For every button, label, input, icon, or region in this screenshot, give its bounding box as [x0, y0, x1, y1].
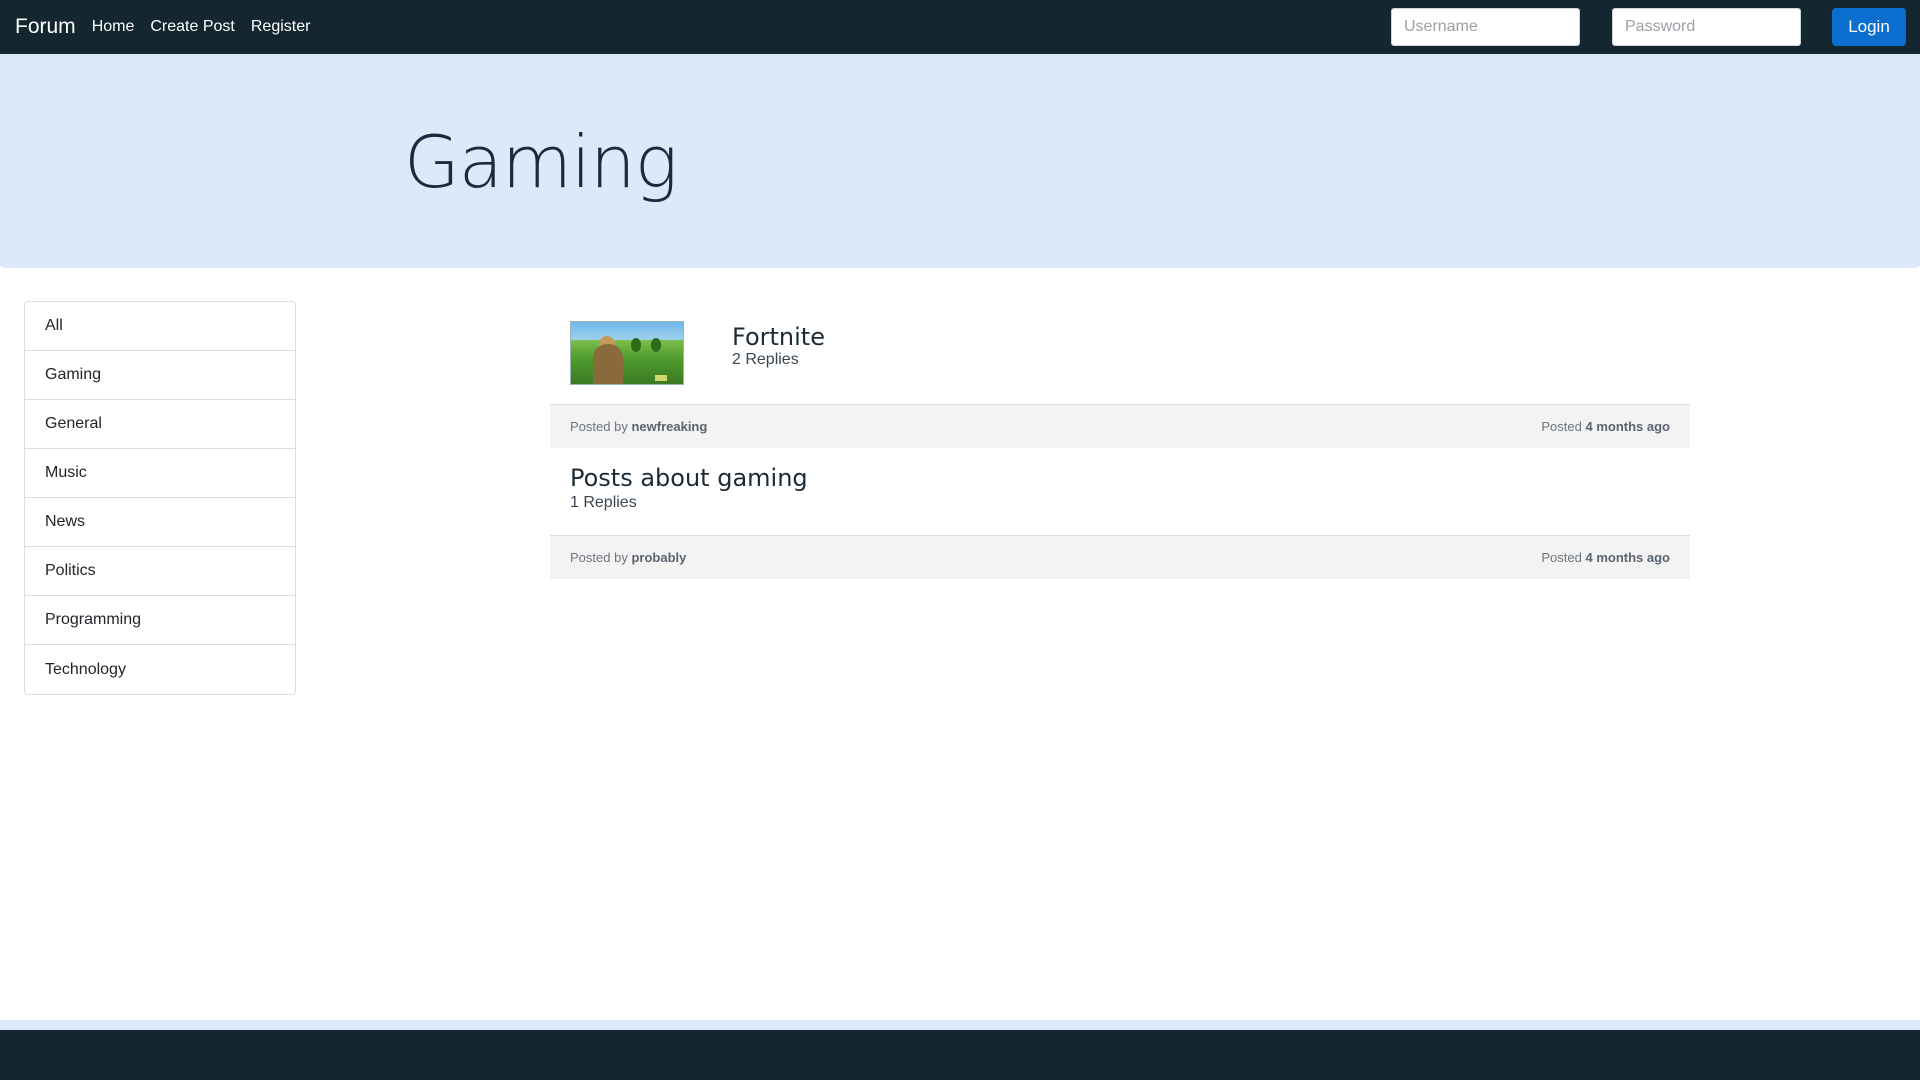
posted-by-label: Posted by [570, 419, 628, 434]
posted-label: Posted [1541, 550, 1582, 565]
post-replies-count: 2 Replies [732, 351, 799, 368]
post-card: Fortnite 2 Replies Posted by newfreaking… [550, 301, 1690, 448]
posted-by-label: Posted by [570, 550, 628, 565]
category-item-technology[interactable]: Technology [25, 645, 295, 694]
post-time-value: 4 months ago [1585, 419, 1670, 434]
posted-label: Posted [1541, 419, 1582, 434]
username-input[interactable] [1391, 8, 1580, 46]
category-item-programming[interactable]: Programming [25, 596, 295, 645]
category-item-all[interactable]: All [25, 302, 295, 351]
category-item-politics[interactable]: Politics [25, 547, 295, 596]
footer-accent-strip [0, 1020, 1920, 1030]
category-item-news[interactable]: News [25, 498, 295, 547]
post-time-value: 4 months ago [1585, 550, 1670, 565]
category-item-general[interactable]: General [25, 400, 295, 449]
tree-shape [631, 338, 641, 352]
post-title-link[interactable]: Posts about gaming [570, 464, 808, 492]
post-time: Posted 4 months ago [1541, 419, 1670, 434]
post-replies-count: 1 Replies [570, 494, 637, 511]
post-footer: Posted by probably Posted 4 months ago [550, 536, 1690, 579]
author-link[interactable]: newfreaking [631, 419, 707, 434]
nav-link-home[interactable]: Home [92, 18, 135, 36]
password-input[interactable] [1612, 8, 1801, 46]
tree-shape [651, 338, 661, 352]
login-form: Login [1391, 8, 1906, 46]
character-body-shape [593, 344, 623, 384]
category-list: All Gaming General Music News Politics P… [24, 301, 296, 695]
post-body: Fortnite 2 Replies [550, 301, 1690, 405]
post-author: Posted by probably [570, 550, 686, 565]
post-list: Fortnite 2 Replies Posted by newfreaking… [550, 301, 1690, 579]
brand-link[interactable]: Forum [15, 15, 76, 39]
post-body: Posts about gaming 1 Replies [550, 448, 1690, 536]
hero-banner: Gaming [0, 54, 1920, 268]
post-thumbnail-image[interactable] [570, 321, 684, 385]
post-footer: Posted by newfreaking Posted 4 months ag… [550, 405, 1690, 448]
page-title: Gaming [404, 120, 678, 204]
category-item-gaming[interactable]: Gaming [25, 351, 295, 400]
navbar: Forum Home Create Post Register Login [0, 0, 1920, 54]
hud-shape [655, 375, 667, 381]
login-button[interactable]: Login [1832, 8, 1906, 46]
post-time: Posted 4 months ago [1541, 550, 1670, 565]
nav-link-register[interactable]: Register [251, 18, 311, 36]
post-author: Posted by newfreaking [570, 419, 707, 434]
post-title-link[interactable]: Fortnite [732, 323, 825, 351]
nav-link-create-post[interactable]: Create Post [150, 18, 234, 36]
post-card: Posts about gaming 1 Replies Posted by p… [550, 448, 1690, 579]
category-item-music[interactable]: Music [25, 449, 295, 498]
author-link[interactable]: probably [631, 550, 686, 565]
page-footer [0, 1030, 1920, 1080]
